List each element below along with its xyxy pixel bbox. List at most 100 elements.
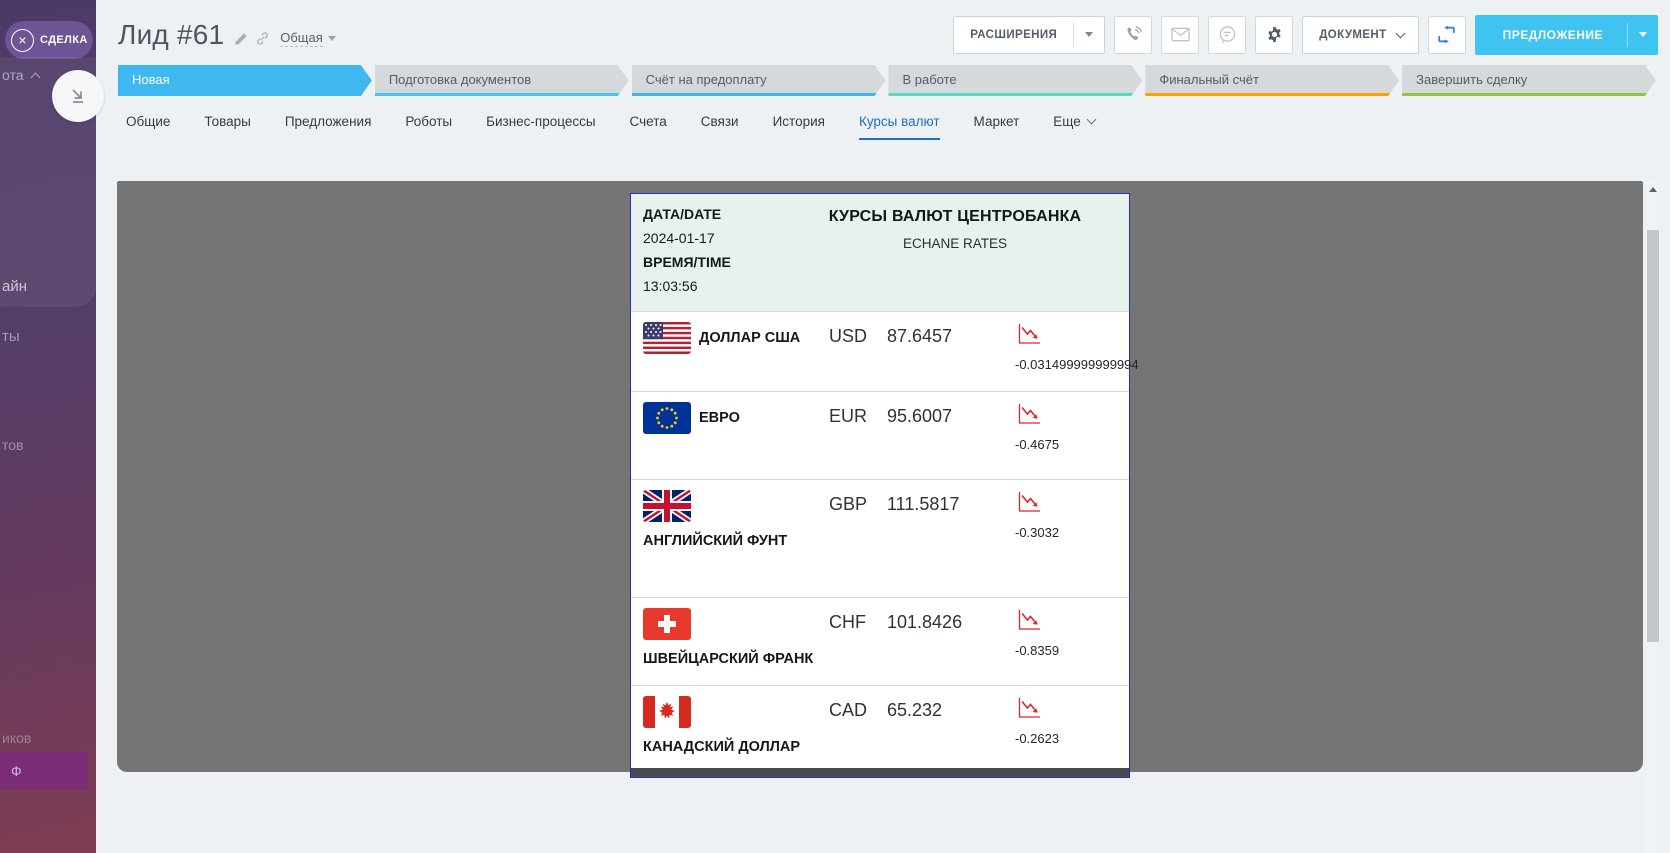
sidebar-item-products[interactable]: тов bbox=[2, 437, 23, 453]
scrollbar-thumb[interactable] bbox=[1647, 230, 1659, 642]
stage-in-progress[interactable]: В работе bbox=[888, 65, 1142, 96]
sidebar-item-active[interactable]: Ф bbox=[0, 752, 88, 789]
currency-delta: -0.4675 bbox=[1015, 437, 1129, 452]
sidebar-item-handbooks[interactable]: иков bbox=[2, 730, 31, 746]
sidebar-collapse-button[interactable] bbox=[52, 70, 104, 122]
gb-flag-icon bbox=[643, 490, 691, 522]
currency-rate: 87.6457 bbox=[887, 322, 999, 347]
expand-arrows-icon bbox=[1436, 24, 1457, 45]
sidebar-item-contacts[interactable]: ты bbox=[2, 328, 20, 345]
ca-flag-icon bbox=[643, 696, 691, 728]
stage-final-invoice[interactable]: Финальный счёт bbox=[1145, 65, 1399, 96]
stage-new[interactable]: Новая bbox=[118, 65, 372, 96]
page-header: Лид #61 Общая РАСШИРЕНИЯ bbox=[96, 0, 1670, 60]
tab-products[interactable]: Товары bbox=[204, 114, 250, 140]
date-value: 2024-01-17 bbox=[643, 226, 795, 251]
link-icon[interactable] bbox=[255, 31, 270, 46]
page-title: Лид #61 bbox=[118, 19, 224, 51]
pipeline-stage-bar: Новая Подготовка документов Счёт на пред… bbox=[118, 65, 1656, 96]
stage-docs[interactable]: Подготовка документов bbox=[375, 65, 629, 96]
currency-code: EUR bbox=[829, 402, 887, 427]
currency-rate: 65.232 bbox=[887, 696, 999, 721]
time-label: ВРЕМЯ/TIME bbox=[643, 251, 795, 274]
stage-close-deal[interactable]: Завершить сделку bbox=[1402, 65, 1656, 96]
rates-header: ДАТА/DATE 2024-01-17 ВРЕМЯ/TIME 13:03:56… bbox=[631, 194, 1129, 311]
tab-currency-rates[interactable]: Курсы валют bbox=[859, 114, 940, 140]
vertical-scrollbar[interactable] bbox=[1646, 181, 1660, 853]
eu-flag-icon bbox=[643, 402, 691, 434]
currency-rate: 95.6007 bbox=[887, 402, 999, 427]
sidebar-item-timeline[interactable]: айн bbox=[2, 278, 27, 295]
envelope-icon bbox=[1171, 27, 1190, 42]
tab-robots[interactable]: Роботы bbox=[405, 114, 452, 140]
currency-rates-widget: ДАТА/DATE 2024-01-17 ВРЕМЯ/TIME 13:03:56… bbox=[630, 193, 1130, 778]
proposal-dropdown[interactable] bbox=[1628, 28, 1658, 41]
table-row-chf: ШВЕЙЦАРСКИЙ ФРАНК CHF 101.8426 -0.8359 bbox=[631, 597, 1129, 685]
arrow-up-icon bbox=[1649, 183, 1657, 192]
settings-button[interactable] bbox=[1255, 16, 1293, 54]
tab-invoices[interactable]: Счета bbox=[630, 114, 667, 140]
call-button[interactable] bbox=[1114, 16, 1152, 54]
currency-code: GBP bbox=[829, 490, 887, 515]
currency-name: ШВЕЙЦАРСКИЙ ФРАНК bbox=[643, 648, 813, 670]
downtrend-chart-icon bbox=[1015, 490, 1042, 515]
table-row-usd: ДОЛЛАР США USD 87.6457 -0.03149999999999… bbox=[631, 311, 1129, 391]
document-button[interactable]: ДОКУМЕНТ bbox=[1302, 16, 1418, 54]
table-row-gbp: АНГЛИЙСКИЙ ФУНТ GBP 111.5817 -0.3032 bbox=[631, 479, 1129, 597]
main-area: Лид #61 Общая РАСШИРЕНИЯ bbox=[96, 0, 1670, 853]
table-row-eur: ЕВРО EUR 95.6007 -0.4675 bbox=[631, 391, 1129, 479]
chat-icon bbox=[1218, 25, 1237, 44]
phone-icon bbox=[1124, 25, 1143, 44]
downtrend-chart-icon bbox=[1015, 402, 1042, 427]
currency-delta: -0.2623 bbox=[1015, 731, 1129, 746]
tab-quotes[interactable]: Предложения bbox=[285, 114, 372, 140]
us-flag-icon bbox=[643, 322, 691, 354]
currency-code: USD bbox=[829, 322, 887, 347]
tab-history[interactable]: История bbox=[773, 114, 825, 140]
date-label: ДАТА/DATE bbox=[643, 203, 795, 226]
scrollbar-up-button[interactable] bbox=[1646, 181, 1660, 198]
chevron-up-icon bbox=[30, 72, 40, 82]
tab-business-processes[interactable]: Бизнес-процессы bbox=[486, 114, 595, 140]
downtrend-chart-icon bbox=[1015, 696, 1042, 721]
currency-rate: 111.5817 bbox=[887, 490, 999, 515]
currency-code: CHF bbox=[829, 608, 887, 633]
email-button[interactable] bbox=[1161, 16, 1199, 54]
rates-subtitle: ECHANE RATES bbox=[795, 236, 1115, 251]
deal-badge-label: СДЕЛКА bbox=[40, 34, 88, 46]
deal-badge[interactable]: × СДЕЛКА bbox=[5, 21, 93, 59]
currency-delta: -0.3032 bbox=[1015, 525, 1129, 540]
close-icon[interactable]: × bbox=[11, 29, 34, 52]
widget-bottom-bar bbox=[631, 768, 1129, 777]
tab-bar: Общие Товары Предложения Роботы Бизнес-п… bbox=[96, 96, 1670, 140]
widget-frame-area: ДАТА/DATE 2024-01-17 ВРЕМЯ/TIME 13:03:56… bbox=[117, 181, 1643, 772]
tab-connections[interactable]: Связи bbox=[701, 114, 739, 140]
gear-icon bbox=[1265, 25, 1284, 44]
sidebar-item-work[interactable]: ота bbox=[2, 67, 39, 83]
header-actions: РАСШИРЕНИЯ bbox=[953, 15, 1658, 55]
stage-prepay-invoice[interactable]: Счёт на предоплату bbox=[632, 65, 886, 96]
view-switcher[interactable]: Общая bbox=[280, 30, 336, 47]
currency-name: КАНАДСКИЙ ДОЛЛАР bbox=[643, 736, 800, 758]
proposal-button[interactable]: ПРЕДЛОЖЕНИЕ bbox=[1475, 15, 1658, 55]
currency-name: АНГЛИЙСКИЙ ФУНТ bbox=[643, 530, 787, 552]
tab-general[interactable]: Общие bbox=[126, 114, 170, 140]
downtrend-chart-icon bbox=[1015, 608, 1042, 633]
rates-title: КУРСЫ ВАЛЮТ ЦЕНТРОБАНКА bbox=[795, 208, 1115, 226]
chevron-down-icon bbox=[1086, 115, 1096, 125]
expand-button[interactable] bbox=[1428, 16, 1466, 54]
messenger-button[interactable] bbox=[1208, 16, 1246, 54]
view-switcher-label: Общая bbox=[280, 30, 323, 47]
edit-pencil-icon[interactable] bbox=[234, 32, 248, 46]
currency-rate: 101.8426 bbox=[887, 608, 999, 633]
currency-delta: -0.8359 bbox=[1015, 643, 1129, 658]
tab-market[interactable]: Маркет bbox=[974, 114, 1020, 140]
tab-more[interactable]: Еще bbox=[1053, 114, 1094, 140]
extensions-button[interactable]: РАСШИРЕНИЯ bbox=[953, 16, 1105, 54]
table-row-cad: КАНАДСКИЙ ДОЛЛАР CAD 65.232 -0.2623 bbox=[631, 685, 1129, 768]
currency-name: ДОЛЛАР США bbox=[699, 327, 800, 349]
ch-flag-icon bbox=[643, 608, 691, 640]
currency-code: CAD bbox=[829, 696, 887, 721]
extensions-dropdown[interactable] bbox=[1074, 28, 1104, 41]
chevron-down-icon bbox=[328, 36, 336, 45]
